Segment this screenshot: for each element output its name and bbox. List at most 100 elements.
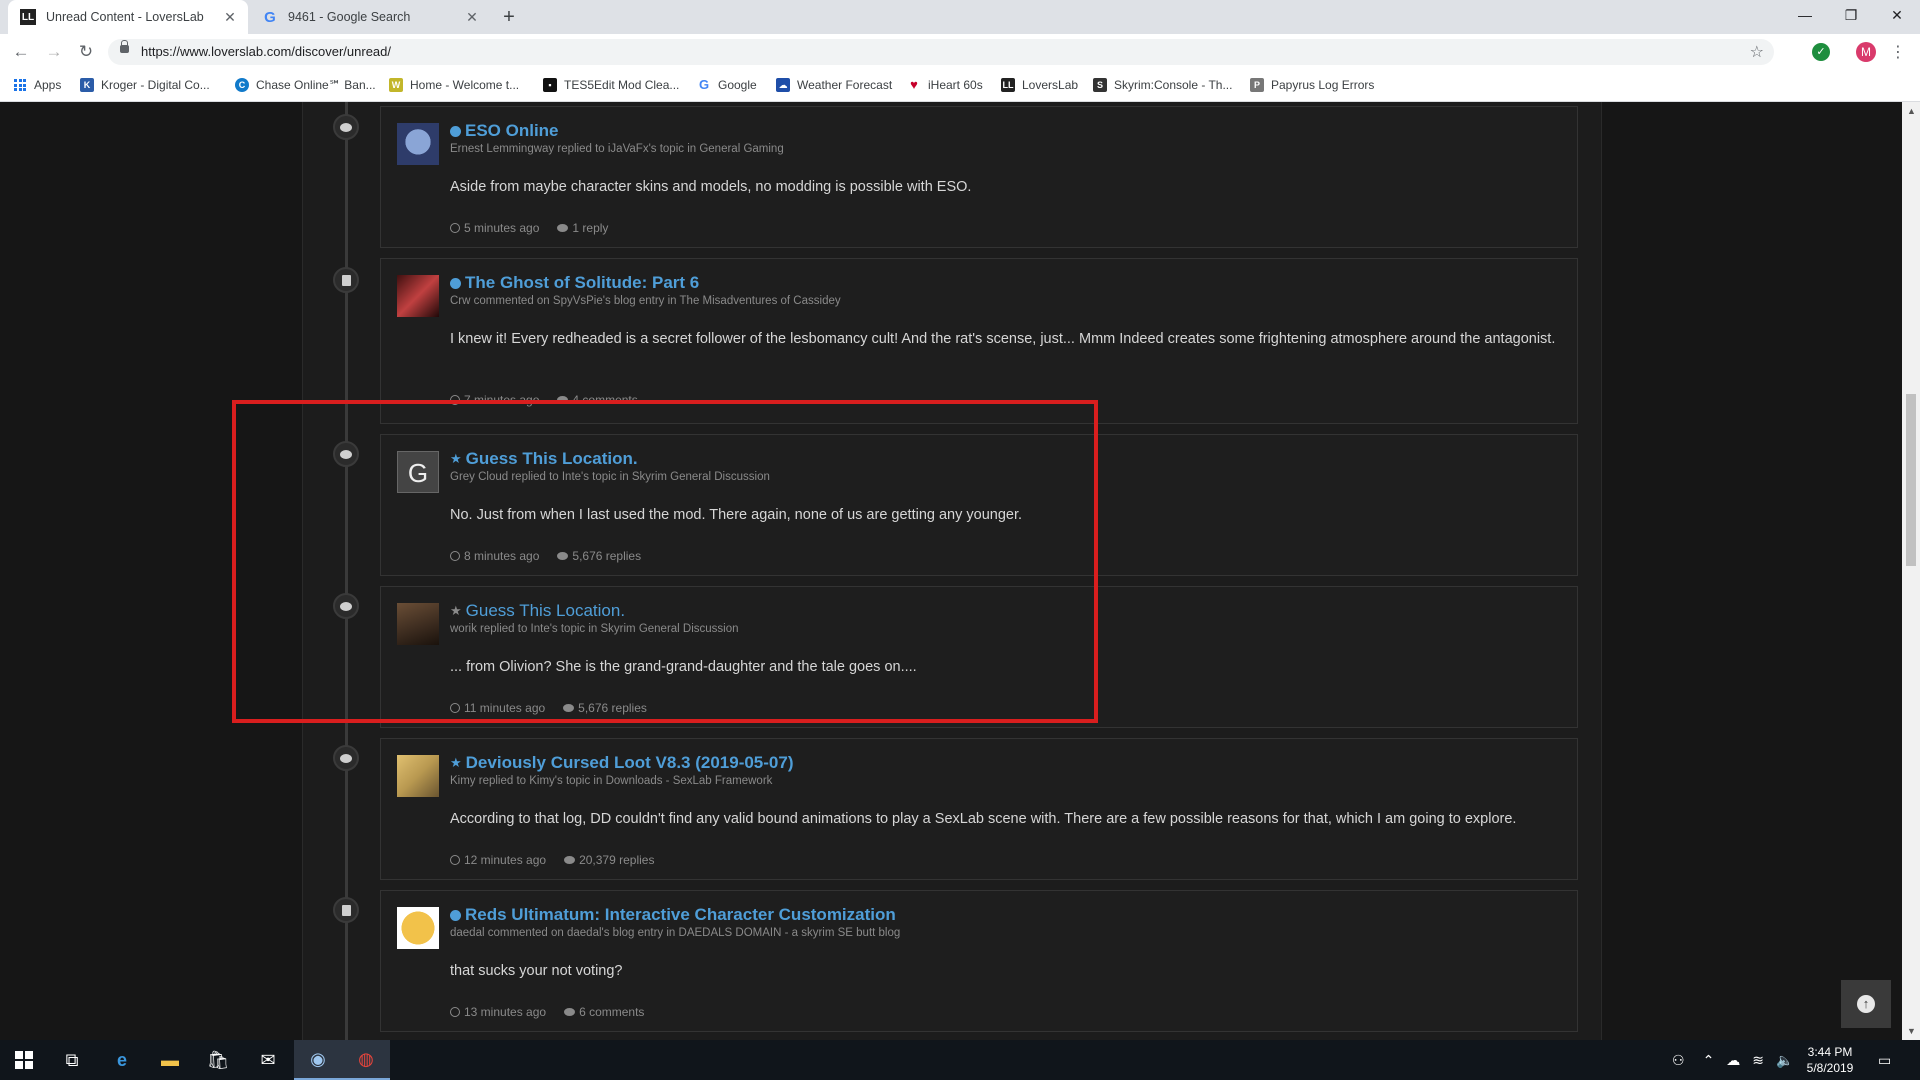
- comment-bubble-icon: [564, 1008, 576, 1016]
- item-stats: 8 minutes ago 5,676 replies: [450, 549, 659, 563]
- item-title[interactable]: ESO Online: [450, 121, 559, 141]
- item-replies[interactable]: 5,676 replies: [578, 701, 647, 715]
- scrollbar-thumb[interactable]: [1906, 394, 1916, 566]
- item-snippet: According to that log, DD couldn't find …: [450, 811, 1517, 827]
- bookmark-weather[interactable]: ☁ Weather Forecast: [776, 78, 892, 92]
- bookmark-tes5edit[interactable]: ▪ TES5Edit Mod Clea...: [543, 78, 679, 92]
- bookmark-apps[interactable]: Apps: [14, 78, 61, 92]
- bookmark-iheart[interactable]: ♥ iHeart 60s: [907, 78, 983, 93]
- close-tab-icon[interactable]: ✕: [222, 9, 238, 25]
- extension-check-icon[interactable]: ✓: [1812, 43, 1830, 61]
- edge-icon: e: [116, 1049, 127, 1070]
- bookmark-home-welcome[interactable]: W Home - Welcome t...: [389, 78, 519, 92]
- item-title[interactable]: Reds Ultimatum: Interactive Character Cu…: [450, 905, 896, 925]
- tab-google-search[interactable]: G 9461 - Google Search ✕: [250, 0, 490, 34]
- profile-avatar[interactable]: M: [1856, 42, 1876, 62]
- restore-button[interactable]: ❐: [1828, 0, 1874, 30]
- item-snippet: No. Just from when I last used the mod. …: [450, 507, 1023, 523]
- item-replies[interactable]: 4 comments: [572, 393, 637, 407]
- forward-button[interactable]: →: [43, 41, 65, 63]
- clock-icon: [450, 551, 460, 561]
- minimize-button[interactable]: —: [1782, 0, 1828, 30]
- comment-icon: [333, 441, 359, 467]
- item-title[interactable]: The Ghost of Solitude: Part 6: [450, 273, 699, 293]
- file-explorer-button[interactable]: ▬: [146, 1040, 194, 1080]
- task-view-button[interactable]: ⧉: [48, 1040, 96, 1080]
- new-tab-button[interactable]: +: [498, 6, 520, 28]
- store-icon: 🛍: [206, 1049, 230, 1070]
- bookmark-google[interactable]: G Google: [697, 78, 757, 93]
- scroll-to-top-button[interactable]: ↑: [1841, 980, 1891, 1028]
- activity-item: G ★ Guess This Location. Grey Cloud repli…: [380, 434, 1578, 576]
- folder-icon: ▬: [161, 1049, 179, 1070]
- back-button[interactable]: ←: [10, 41, 32, 63]
- item-title[interactable]: ★ Guess This Location.: [450, 449, 638, 469]
- item-time: 13 minutes ago: [464, 1005, 547, 1019]
- chrome-button[interactable]: ◍: [342, 1040, 390, 1080]
- weather-icon: ☁: [776, 78, 790, 92]
- item-title[interactable]: ★ Deviously Cursed Loot V8.3 (2019-05-07): [450, 753, 794, 773]
- wifi-icon[interactable]: ≋: [1752, 1052, 1764, 1069]
- item-replies[interactable]: 5,676 replies: [572, 549, 641, 563]
- item-snippet: ... from Olivion? She is the grand-grand…: [450, 659, 917, 675]
- scroll-up-icon[interactable]: ▲: [1907, 106, 1916, 116]
- chrome-menu-icon[interactable]: ⋮: [1890, 42, 1906, 62]
- item-time: 5 minutes ago: [464, 221, 540, 235]
- close-tab-icon[interactable]: ✕: [464, 9, 480, 25]
- bookmark-loverslab[interactable]: LL LoversLab: [1001, 78, 1078, 92]
- page-scrollbar[interactable]: ▲ ▼: [1902, 102, 1920, 1040]
- avatar[interactable]: [397, 275, 439, 317]
- reload-button[interactable]: ↻: [75, 41, 97, 63]
- papyrus-icon: P: [1250, 78, 1264, 92]
- avatar[interactable]: G: [397, 451, 439, 493]
- store-button[interactable]: 🛍: [194, 1040, 242, 1080]
- avatar[interactable]: [397, 907, 439, 949]
- item-replies[interactable]: 1 reply: [572, 221, 608, 235]
- bookmark-label: LoversLab: [1022, 78, 1079, 92]
- url-text[interactable]: https://www.loverslab.com/discover/unrea…: [141, 44, 391, 59]
- unread-dot-icon: [450, 277, 461, 289]
- edge-button[interactable]: e: [98, 1040, 146, 1080]
- item-meta: daedal commented on daedal's blog entry …: [450, 927, 901, 939]
- windows-logo-icon: [15, 1051, 33, 1069]
- scroll-down-icon[interactable]: ▼: [1907, 1026, 1916, 1036]
- avatar[interactable]: [397, 755, 439, 797]
- item-replies[interactable]: 6 comments: [579, 1005, 644, 1019]
- avatar[interactable]: [397, 123, 439, 165]
- apps-grid-icon: [14, 79, 26, 91]
- bookmarks-bar: Apps K Kroger - Digital Co... C Chase On…: [0, 70, 1920, 102]
- google-favicon-icon: G: [264, 8, 276, 26]
- windows-taskbar: ⧉ e ▬ 🛍 ✉ ◉ ◍ ⚇ ⌃ ☁ ≋ 🔈 3:44 PM 5/8/2019…: [0, 1040, 1920, 1080]
- blog-entry-icon: [333, 267, 359, 293]
- star-icon: ★: [450, 755, 462, 770]
- clock-icon: [450, 223, 460, 233]
- bookmark-skyrim-console[interactable]: S Skyrim:Console - Th...: [1093, 78, 1232, 92]
- bookmark-star-icon[interactable]: ☆: [1750, 42, 1764, 62]
- arrow-up-icon: ↑: [1857, 995, 1875, 1013]
- item-stats: 12 minutes ago 20,379 replies: [450, 853, 672, 867]
- item-title[interactable]: ★ Guess This Location.: [450, 601, 625, 621]
- close-window-button[interactable]: ✕: [1874, 0, 1920, 30]
- avatar[interactable]: [397, 603, 439, 645]
- bookmark-papyrus[interactable]: P Papyrus Log Errors: [1250, 78, 1374, 92]
- tab-unread-content[interactable]: LL Unread Content - LoversLab ✕: [8, 0, 248, 34]
- people-icon[interactable]: ⚇: [1672, 1052, 1685, 1069]
- item-stats: 11 minutes ago 5,676 replies: [450, 701, 665, 715]
- chevron-up-icon[interactable]: ⌃: [1703, 1052, 1715, 1069]
- volume-icon[interactable]: 🔈: [1776, 1052, 1793, 1069]
- address-bar[interactable]: https://www.loverslab.com/discover/unrea…: [108, 39, 1774, 65]
- item-replies[interactable]: 20,379 replies: [579, 853, 654, 867]
- bookmark-chase[interactable]: C Chase Online℠ Ban...: [235, 78, 376, 92]
- steam-button[interactable]: ◉: [294, 1040, 342, 1080]
- mail-button[interactable]: ✉: [244, 1040, 292, 1080]
- bookmark-label: Kroger - Digital Co...: [101, 78, 210, 92]
- bookmark-kroger[interactable]: K Kroger - Digital Co...: [80, 78, 210, 92]
- taskbar-clock[interactable]: 3:44 PM 5/8/2019: [1794, 1044, 1866, 1076]
- notifications-button[interactable]: ▭: [1878, 1040, 1891, 1080]
- comment-bubble-icon: [563, 704, 575, 712]
- bookmark-label: Skyrim:Console - Th...: [1114, 78, 1233, 92]
- onedrive-icon[interactable]: ☁: [1726, 1052, 1740, 1069]
- loverslab-icon: LL: [1001, 78, 1015, 92]
- item-snippet: I knew it! Every redheaded is a secret f…: [450, 331, 1556, 347]
- start-button[interactable]: [0, 1040, 48, 1080]
